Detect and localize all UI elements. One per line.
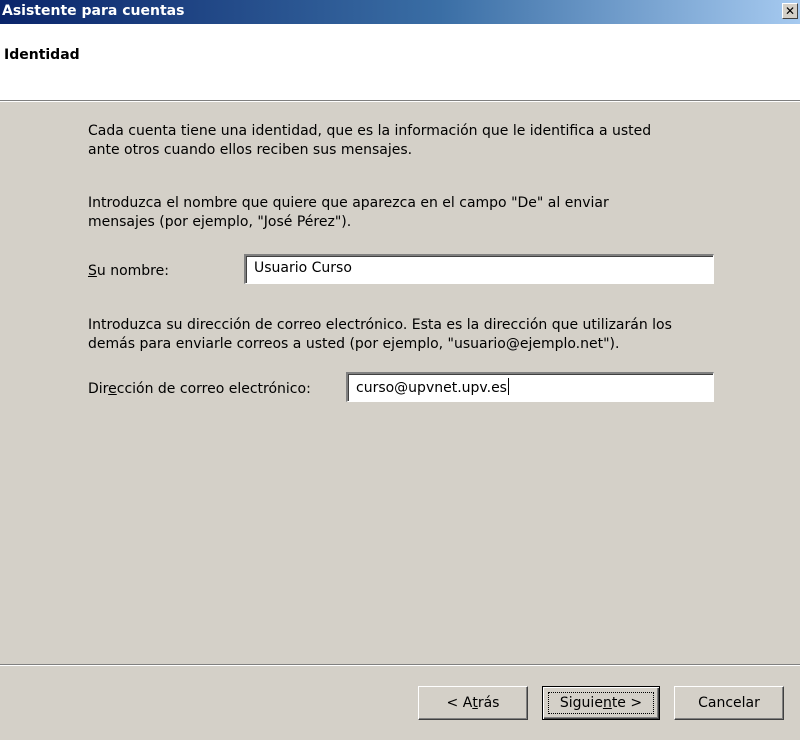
footer-divider (0, 664, 800, 666)
text-cursor (507, 378, 509, 395)
intro-line-1: Cada cuenta tiene una identidad, que es … (88, 123, 652, 139)
email-field[interactable]: curso@upvnet.upv.es (346, 372, 714, 402)
email-instructions-line-1: Introduzca su dirección de correo electr… (88, 317, 672, 333)
email-label-text-start: Dir (88, 381, 109, 397)
intro-text: Cada cuenta tiene una identidad, que es … (88, 122, 748, 160)
name-instructions-line-2: mensajes (por ejemplo, "José Pérez"). (88, 214, 352, 230)
back-button-text-start: < A (446, 695, 473, 711)
name-instructions: Introduzca el nombre que quiere que apar… (88, 194, 748, 232)
focus-rectangle (548, 692, 654, 714)
header-panel: Identidad (0, 24, 800, 100)
email-label-accelerator: e (108, 381, 117, 397)
email-label-text-end: cción de correo electrónico: (116, 381, 311, 397)
back-button-text-end: rás (477, 695, 500, 711)
name-label-text: u nombre: (96, 263, 169, 279)
next-button[interactable]: Siguie n te > (542, 686, 660, 720)
name-label: Su nombre: (88, 263, 169, 279)
cancel-button[interactable]: Cancelar (674, 686, 784, 720)
title-bar: Asistente para cuentas ✕ (0, 0, 800, 24)
page-title: Identidad (4, 47, 80, 63)
email-label: Dirección de correo electrónico: (88, 381, 311, 397)
cancel-button-label: Cancelar (698, 695, 760, 711)
name-field-value: Usuario Curso (254, 260, 352, 276)
email-instructions-line-2: demás para enviarle correos a usted (por… (88, 336, 620, 352)
close-icon: ✕ (784, 4, 796, 18)
email-instructions: Introduzca su dirección de correo electr… (88, 316, 748, 354)
name-field[interactable]: Usuario Curso (244, 254, 714, 284)
back-button[interactable]: < At rás (418, 686, 528, 720)
window-title: Asistente para cuentas (2, 3, 185, 19)
email-field-value: curso@upvnet.upv.es (356, 380, 507, 396)
close-button[interactable]: ✕ (782, 3, 798, 19)
name-instructions-line-1: Introduzca el nombre que quiere que apar… (88, 195, 609, 211)
intro-line-2: ante otros cuando ellos reciben sus mens… (88, 142, 413, 158)
wizard-content: Cada cuenta tiene una identidad, que es … (0, 102, 800, 664)
name-label-accelerator: S (88, 263, 97, 279)
